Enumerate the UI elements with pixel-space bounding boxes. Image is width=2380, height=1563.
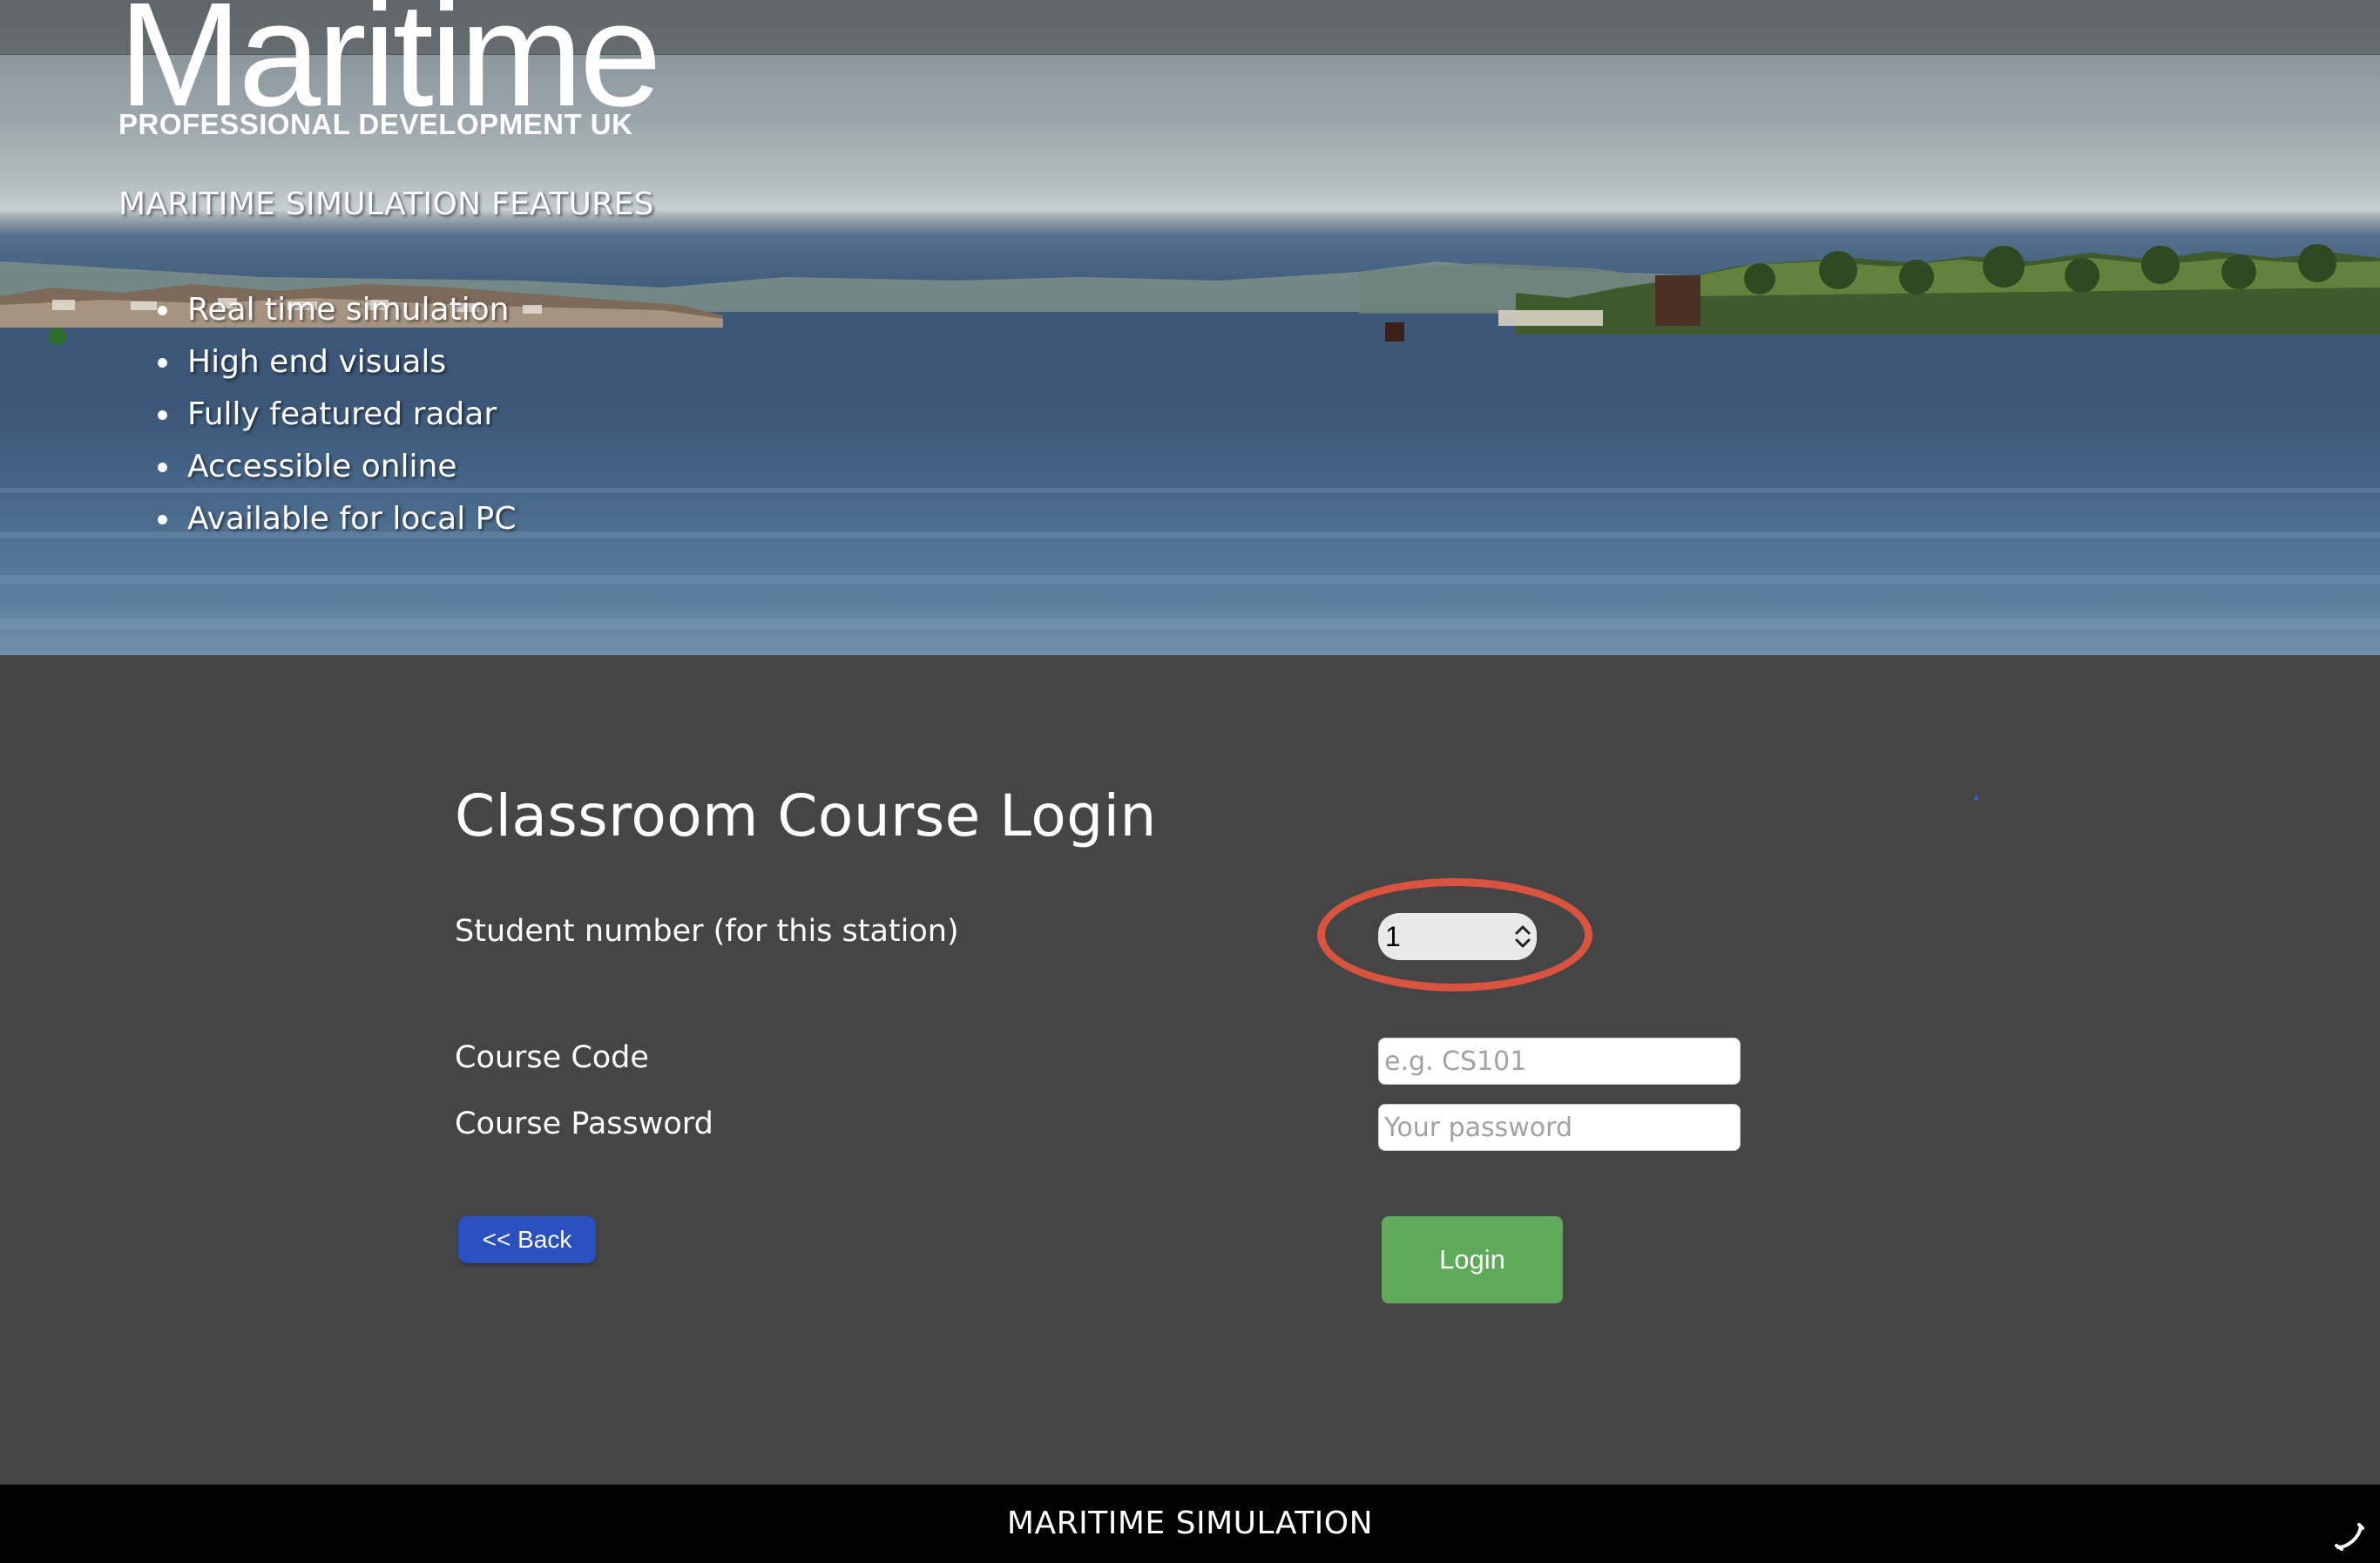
course-code-input[interactable] [1378, 1038, 1741, 1085]
course-password-input[interactable] [1378, 1104, 1741, 1151]
page: Maritime PROFESSIONAL DEVELOPMENT UK MAR… [0, 0, 2380, 1563]
feature-item: High end visuals [158, 338, 517, 390]
student-number-label: Student number (for this station) [455, 914, 959, 949]
login-button[interactable]: Login [1382, 1216, 1563, 1303]
feature-item: Real time simulation [158, 286, 517, 338]
decorative-dot [1974, 796, 1978, 801]
course-password-label: Course Password [455, 1106, 713, 1141]
feature-item: Accessible online [158, 443, 517, 495]
highlight-annotation [1317, 878, 1592, 991]
feature-item: Available for local PC [158, 495, 517, 547]
back-button[interactable]: << Back [458, 1216, 596, 1263]
page-title: Classroom Course Login [455, 782, 1157, 849]
phone-icon[interactable] [2335, 1521, 2364, 1551]
course-code-label: Course Code [455, 1040, 649, 1075]
brand-tagline: PROFESSIONAL DEVELOPMENT UK [118, 108, 633, 140]
hero-banner: Maritime PROFESSIONAL DEVELOPMENT UK MAR… [0, 0, 2380, 655]
features-title: MARITIME SIMULATION FEATURES [118, 186, 654, 222]
footer-text: MARITIME SIMULATION [1006, 1505, 1374, 1541]
brand-logo[interactable]: Maritime PROFESSIONAL DEVELOPMENT UK [118, 0, 662, 141]
feature-item: Fully featured radar [158, 390, 517, 443]
footer: MARITIME SIMULATION [0, 1485, 2380, 1563]
features-list: Real time simulation High end visuals Fu… [158, 286, 517, 547]
